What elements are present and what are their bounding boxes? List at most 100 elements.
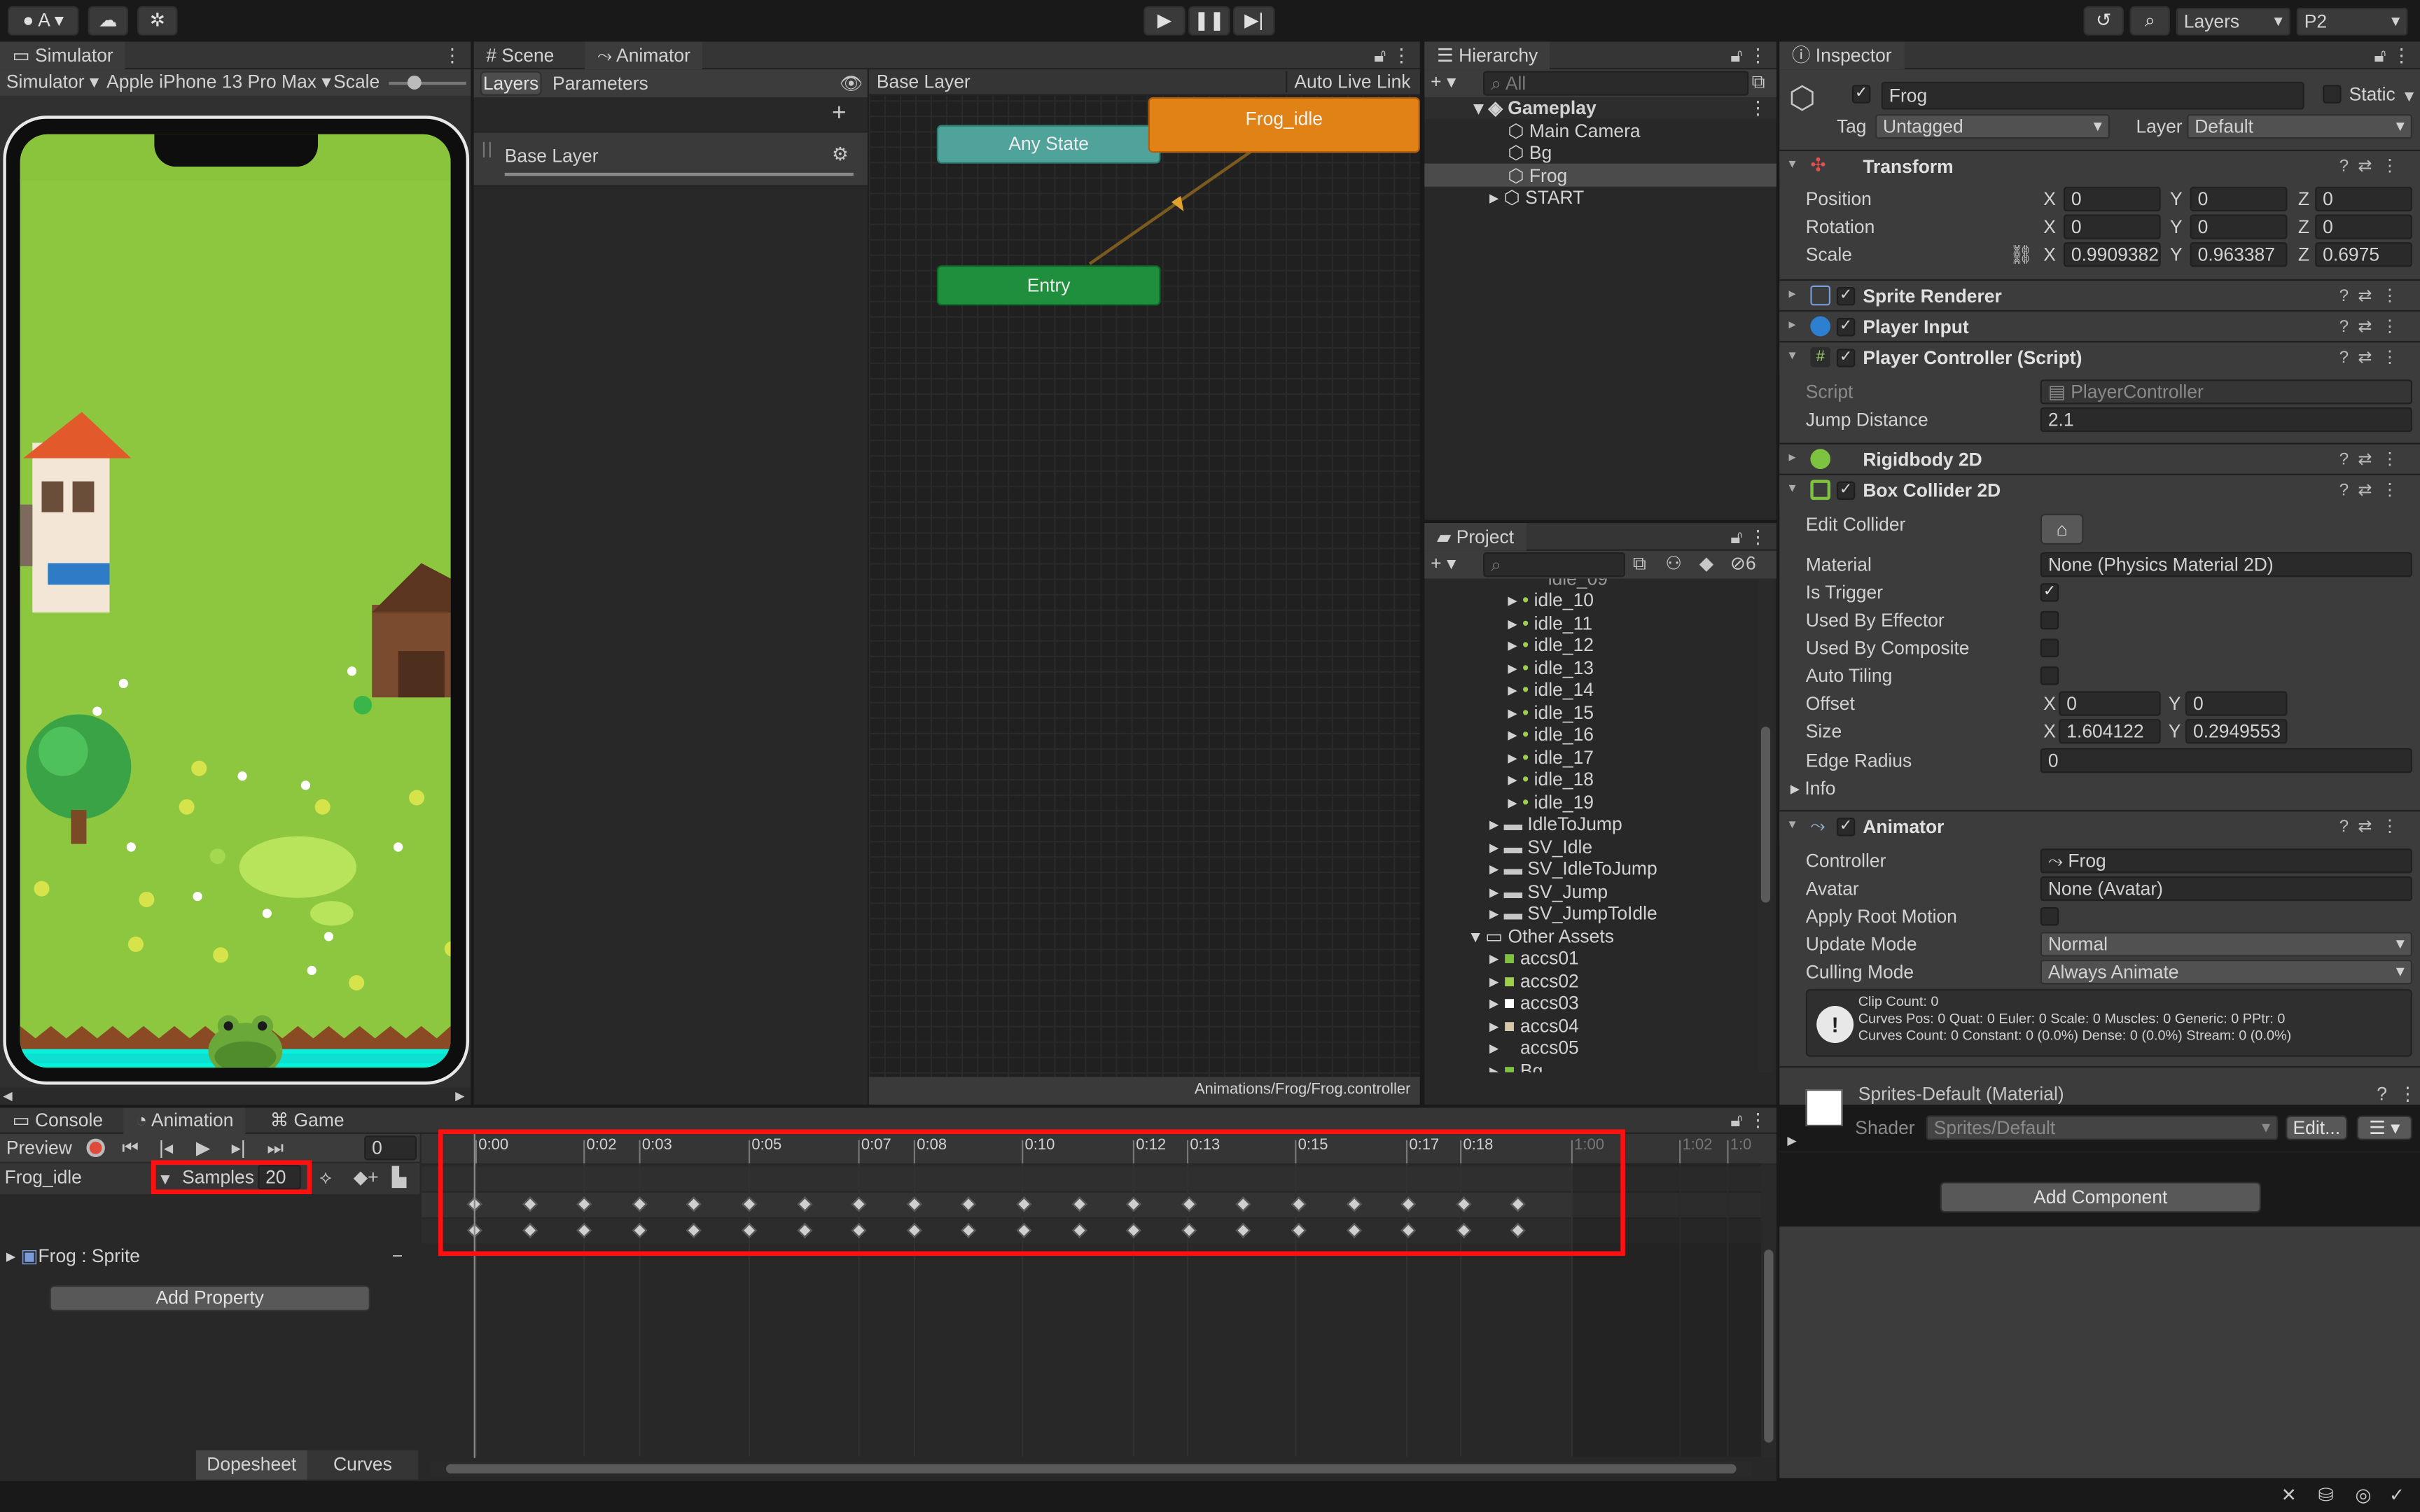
last-frame-icon[interactable]: ⏭ [267,1137,284,1160]
is-trigger-checkbox[interactable]: ✓ [2040,583,2059,602]
expand-arrow-icon[interactable]: ▸ [6,1245,15,1267]
more-icon[interactable]: ⋮ [1748,97,1767,119]
apply-root-motion-checkbox[interactable] [2040,907,2059,926]
info-foldout[interactable]: ▸ Info [1790,778,1836,799]
project-item-asset[interactable]: ▸ ■ accs05 [1489,1037,1579,1058]
expand-arrow-icon[interactable]: ▸ [1489,836,1498,858]
dopesheet-tab[interactable]: Dopesheet [195,1450,307,1480]
first-frame-icon[interactable]: ⏮ [122,1137,139,1160]
project-item-asset[interactable]: ▸ ■ Bg [1489,1059,1543,1072]
auto-tiling-checkbox[interactable] [2040,666,2059,685]
scene-search-icon[interactable]: ⧉ [1633,552,1646,575]
gear-icon[interactable]: ⚙ [832,144,849,165]
project-item-other-assets[interactable]: ▾ ▭ Other Assets [1470,925,1613,946]
expand-arrow-icon[interactable]: ▸ [1489,1037,1498,1058]
project-item-partial[interactable]: idle_09 [1548,579,1608,589]
project-item-sprite[interactable]: ▸ • idle_17 [1508,746,1594,768]
transform-field[interactable]: 0 [2315,214,2412,239]
collapse-arrow-icon[interactable]: ▾ [1470,925,1480,946]
layers-tab-button[interactable]: Layers [480,71,542,96]
transform-field[interactable]: 0 [2063,186,2161,211]
cache-icon[interactable]: ⛁ [2318,1484,2334,1506]
gameobject-name-field[interactable]: Frog [1881,81,2304,110]
more-icon[interactable]: ⋮ [2398,1083,2416,1105]
project-item-folder[interactable]: ▸ ▬ SV_IdleToJump [1489,858,1657,879]
expand-arrow-icon[interactable]: ▸ [1489,969,1498,991]
add-component-button[interactable]: Add Component [1940,1182,2261,1213]
tag-dropdown[interactable]: Untagged [1875,114,2110,139]
player-controller-header[interactable]: ▾ # ✓ Player Controller (Script) ?⇄⋮ [1779,341,2420,372]
state-entry[interactable]: Entry [936,265,1161,306]
hierarchy-item-bg[interactable]: ⬡ Bg [1508,142,1552,164]
create-button[interactable]: + ▾ [1431,71,1456,92]
transform-field[interactable]: 0.963387 [2190,242,2288,267]
active-checkbox[interactable]: ✓ [1851,85,1871,104]
transform-field[interactable]: 0 [2190,186,2288,211]
transform-field[interactable]: 0 [2063,214,2161,239]
used-by-composite-checkbox[interactable] [2040,638,2059,657]
state-frog-idle[interactable]: Frog_idle [1148,97,1420,153]
box-collider-header[interactable]: ▾ ✓ Box Collider 2D ?⇄⋮ [1779,473,2420,505]
account-button[interactable]: ● A ▾ [8,6,79,36]
more-icon[interactable]: ⋮ [2392,45,2410,66]
size-x-field[interactable]: 1.604122 [2059,719,2161,744]
next-frame-icon[interactable]: ▸| [232,1137,246,1158]
more-icon[interactable]: ⋮ [1748,526,1767,548]
layers-dropdown[interactable]: Layers [2176,8,2290,36]
play-button[interactable]: ▶ [1143,6,1185,36]
expand-arrow-icon[interactable]: ▸ [1489,992,1498,1014]
culling-mode-dropdown[interactable]: Always Animate [2040,959,2412,985]
component-actions[interactable]: ?⇄⋮ [2339,316,2408,336]
hierarchy-search-input[interactable]: ⌕ All [1483,71,1749,96]
shader-dropdown[interactable]: Sprites/Default [1926,1115,2279,1140]
animator-graph[interactable]: Base Layer Auto Live Link Any State Entr… [868,69,1420,1077]
expand-arrow-icon[interactable]: ▸ [1489,187,1498,209]
edge-radius-field[interactable]: 0 [2040,748,2412,774]
component-actions[interactable]: ?⇄⋮ [2339,156,2408,176]
play-icon[interactable]: ▶ [196,1137,210,1158]
enabled-checkbox[interactable]: ✓ [1836,318,1856,337]
transform-field[interactable]: 0.6975 [2315,242,2412,267]
offset-y-field[interactable]: 0 [2185,691,2288,716]
offset-x-field[interactable]: 0 [2059,691,2161,716]
state-any-state[interactable]: Any State [936,125,1161,164]
collapse-arrow-icon[interactable]: ▾ [1789,479,1796,496]
more-icon[interactable]: ⋮ [1748,1110,1767,1131]
layer-item-base[interactable]: Base Layer ⚙ [473,131,868,187]
project-item-folder[interactable]: ▸ ▬ SV_Jump [1489,880,1608,902]
scale-slider-handle[interactable] [407,75,422,90]
shader-options-button[interactable]: ☰ ▾ [2356,1115,2412,1140]
expand-arrow-icon[interactable]: ▸ [1508,589,1517,611]
size-y-field[interactable]: 0.2949553 [2185,719,2288,744]
simulator-scrollbar[interactable]: ◂ ▸ [0,1084,471,1106]
layout-dropdown[interactable]: P2 [2296,8,2408,36]
project-item-sprite[interactable]: ▸ • idle_18 [1508,769,1594,790]
device-dropdown[interactable]: Apple iPhone 13 Pro Max ▾ [106,71,331,92]
static-checkbox[interactable] [2323,85,2342,104]
expand-arrow-icon[interactable]: ▸ [1508,679,1517,701]
tab-animation[interactable]: ◔ Animation [123,1107,246,1134]
project-item-asset[interactable]: ▸ ■ accs04 [1489,1014,1579,1036]
hierarchy-item-frog[interactable]: ⬡ Frog [1508,165,1567,187]
enabled-checkbox[interactable]: ✓ [1836,481,1856,500]
check-icon[interactable]: ✓ [2389,1484,2405,1506]
more-icon[interactable]: ⋮ [443,45,461,66]
expand-arrow-icon[interactable]: ▸ [1508,769,1517,790]
project-item-sprite[interactable]: ▸ • idle_15 [1508,701,1594,723]
tab-project[interactable]: ▰ Project [1424,523,1527,551]
avatar-field[interactable]: None (Avatar) [2040,876,2412,902]
project-item-sprite[interactable]: ▸ • idle_19 [1508,791,1594,813]
material-field[interactable]: None (Physics Material 2D) [2040,552,2412,578]
tab-hierarchy[interactable]: ☰ Hierarchy [1424,41,1550,70]
component-actions[interactable]: ?⇄⋮ [2339,479,2408,500]
project-item-asset[interactable]: ▸ ■ accs03 [1489,992,1579,1014]
scale-slider[interactable] [389,81,466,85]
expand-arrow-icon[interactable]: ▸ [1489,813,1498,835]
eye-icon[interactable]: 👁︎ [840,73,863,94]
lock-icon[interactable]: 🔓︎ [1730,526,1742,550]
expand-arrow-icon[interactable]: ▸ [1789,449,1796,465]
expand-arrow-icon[interactable]: ▸ [1508,701,1517,723]
controller-field[interactable]: ⤳ Frog [2040,848,2412,874]
project-item-folder[interactable]: ▸ ▬ IdleToJump [1489,813,1622,835]
scene-row[interactable]: ▾ ◈ Gameplay ⋮ [1424,97,1776,119]
